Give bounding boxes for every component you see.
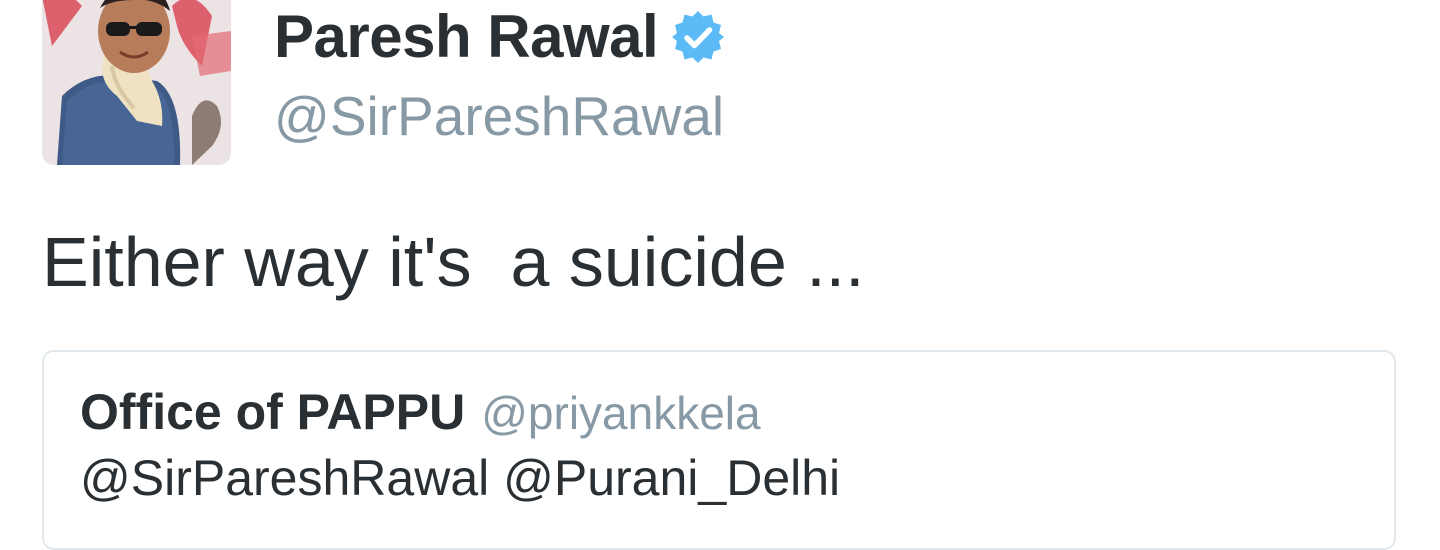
verified-badge-icon — [670, 9, 726, 65]
author-display-name[interactable]: Paresh Rawal — [274, 2, 659, 72]
tweet-text: Either way it's a suicide ... — [42, 223, 865, 301]
author-avatar[interactable] — [42, 0, 231, 165]
quoted-tweet-header: Office of PAPPU @priyankkela — [80, 380, 761, 445]
quoted-tweet-card[interactable]: Office of PAPPU @priyankkela @SirPareshR… — [42, 350, 1396, 550]
quoted-tweet-text: @SirPareshRawal @Purani_Delhi — [80, 450, 841, 506]
author-handle[interactable]: @SirPareshRawal — [274, 84, 724, 148]
quoted-author-name: Office of PAPPU — [80, 384, 466, 440]
avatar-image — [42, 0, 231, 165]
author-name-row[interactable]: Paresh Rawal — [274, 2, 726, 72]
quoted-author-handle: @priyankkela — [481, 387, 761, 439]
